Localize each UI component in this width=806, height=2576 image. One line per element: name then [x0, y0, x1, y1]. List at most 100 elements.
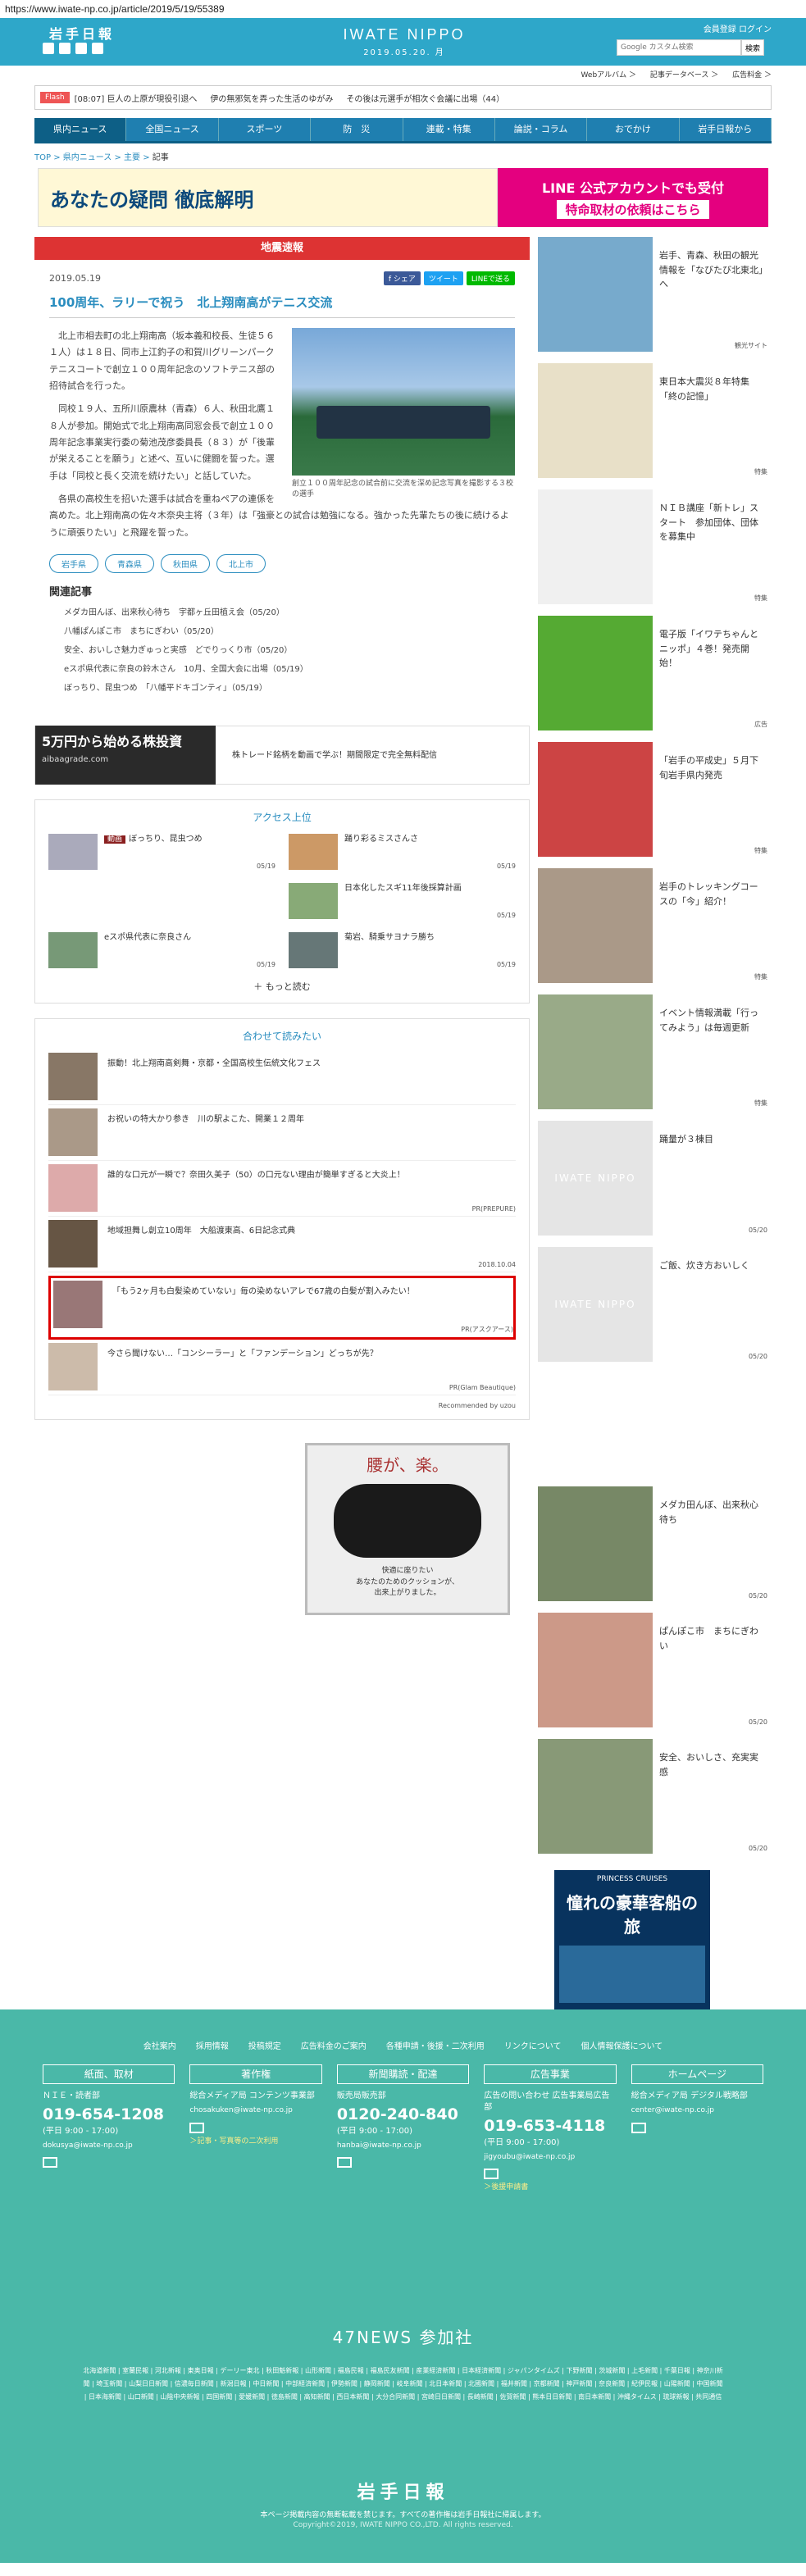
- recommend-item[interactable]: 誰的な口元が一瞬で？奈田久美子（50）の口元ない理由が簡単すぎると大炎上！ PR…: [48, 1164, 516, 1217]
- mail-icon[interactable]: [631, 2122, 646, 2133]
- site-logo[interactable]: 岩手日報: [49, 23, 115, 43]
- nav-tab-outing[interactable]: おでかけ: [587, 118, 680, 141]
- footer-email[interactable]: hanbai@iwate-np.co.jp: [337, 2141, 469, 2151]
- related-link[interactable]: eスポ県代表に奈良の鈴木さん 10月、全国大会に出場（05/19）: [49, 660, 515, 679]
- footer-extra-link[interactable]: ＞記事・写真等の二次利用: [189, 2137, 321, 2147]
- ranking-item[interactable]: 動画 ぼっちり、昆虫つめ 05/19: [48, 834, 275, 871]
- footer-email[interactable]: center@iwate-np.co.jp: [631, 2105, 763, 2116]
- sidebar-item[interactable]: IWATE NIPPO 踊量が３棟目 05/20: [538, 1121, 771, 1236]
- mail-icon[interactable]: [484, 2169, 499, 2180]
- recommend-item[interactable]: お祝いの特大かり参き 川の駅よこた、開業１２周年: [48, 1108, 516, 1162]
- related-link[interactable]: 八幡ぱんぽこ市 まちにぎわい（05/20）: [49, 622, 515, 641]
- mail-icon[interactable]: [189, 2122, 205, 2133]
- related-link[interactable]: 安全、おいしさ魅力ぎゅっと実感 どでりっくり市（05/20）: [49, 641, 515, 660]
- twitter-icon[interactable]: [43, 43, 54, 54]
- mail-icon[interactable]: [336, 2157, 352, 2169]
- sidebar-item[interactable]: 岩手のトレッキングコースの「今」紹介！ 特集: [538, 868, 771, 983]
- earthquake-bulletin[interactable]: 地震速報: [34, 237, 530, 260]
- nav-tab-local[interactable]: 県内ニュース: [34, 118, 127, 141]
- sidebar-item[interactable]: 安全、おいしさ、充実実感 05/20: [538, 1739, 771, 1854]
- footer-phone[interactable]: 019-653-4118: [484, 2115, 616, 2137]
- footer-link[interactable]: 採用情報: [196, 2039, 229, 2051]
- ranking-item[interactable]: 菊岩、騎乗サヨナラ勝ち 05/19: [289, 932, 516, 969]
- breadcrumb-local[interactable]: 県内ニュース: [63, 153, 112, 162]
- mail-icon[interactable]: [43, 2157, 57, 2169]
- article-photo[interactable]: [292, 328, 515, 476]
- tweet-button[interactable]: ツイート: [423, 271, 463, 285]
- footer-extra-link[interactable]: ＞後援申請書: [484, 2182, 616, 2193]
- sidebar-item[interactable]: 岩手、青森、秋田の観光情報を「なびたび北東北」へ 観光サイト: [538, 237, 771, 352]
- flash-item[interactable]: [08:07] 巨人の上原が現役引退へ: [75, 92, 198, 104]
- sidebar-item[interactable]: ＮＩＢ講座「新トレ」スタート 参加団体、団体を募集中 特集: [538, 489, 771, 604]
- ranking-item[interactable]: 日本化したスギ11年後採算計画 05/19: [289, 883, 516, 920]
- instagram-icon[interactable]: [92, 43, 103, 54]
- flash-item[interactable]: その後は元選手が相次ぐ会議に出場（44）: [346, 92, 504, 104]
- stock-ad[interactable]: 5万円から始める株投資 aibaagrade.com 株トレード銘柄を動画で学ぶ…: [34, 726, 530, 785]
- search-input[interactable]: [617, 39, 741, 56]
- 47news-member-list[interactable]: 北海道新聞 | 室蘭民報 | 河北新報 | 東奥日報 | デーリー東北 | 秋田…: [82, 2364, 724, 2404]
- recommend-item-highlighted[interactable]: 「もう2ヶ月も白髪染めていない」毎の染めないアレで67歳の白髪が割入みたい！ P…: [48, 1276, 516, 1340]
- nav-tab-disaster[interactable]: 防 災: [311, 118, 403, 141]
- nav-tab-sports[interactable]: スポーツ: [219, 118, 312, 141]
- flash-item[interactable]: 伊の無邪気を弄った生活のゆがみ: [210, 92, 333, 104]
- related-link[interactable]: メダカ田んぼ、出来秋心待ち 宇都ヶ丘田植え会（05/20）: [49, 603, 515, 622]
- sidebar-item[interactable]: ぱんぽこ市 まちにぎわい 05/20: [538, 1613, 771, 1727]
- sidebar-item[interactable]: 電子版「イワテちゃんとニッポ」４巻！発売開始！ 広告: [538, 616, 771, 730]
- related-link[interactable]: ぼっちり、昆虫つめ 「八幡平ドキゴンティ」（05/19）: [49, 679, 515, 698]
- more-button[interactable]: ＋ もっと読む: [48, 980, 516, 993]
- subnav-link[interactable]: 広告料金 ＞: [732, 71, 772, 80]
- ranking-heading: アクセス上位: [253, 812, 312, 824]
- footer-phone[interactable]: 0120-240-840: [337, 2104, 469, 2126]
- footer-email[interactable]: dokusya@iwate-np.co.jp: [43, 2141, 175, 2151]
- member-links[interactable]: 会員登録 ログイン: [704, 22, 772, 34]
- footer-link[interactable]: 各種申請・後援・二次利用: [386, 2039, 485, 2051]
- search-button[interactable]: 検索: [741, 39, 764, 56]
- footer-link[interactable]: 投稿規定: [248, 2039, 281, 2051]
- recommend-thumb: [48, 1164, 98, 1213]
- recommend-item[interactable]: 振動！北上翔南高剣舞・京都・全国高校生伝統文化フェス: [48, 1053, 516, 1106]
- rss-icon[interactable]: [75, 43, 87, 54]
- facebook-icon[interactable]: [59, 43, 71, 54]
- sidebar-item[interactable]: メダカ田んぼ、出来秋心待ち 05/20: [538, 1486, 771, 1601]
- footer-phone[interactable]: 019-654-1208: [43, 2104, 175, 2126]
- tag-link[interactable]: 岩手県: [49, 554, 98, 574]
- breadcrumb-current: 記事: [152, 153, 169, 162]
- nav-tab-column[interactable]: 論説・コラム: [495, 118, 588, 141]
- nav-tab-national[interactable]: 全国ニュース: [126, 118, 219, 141]
- footer-logo[interactable]: 岩手日報: [0, 2478, 806, 2504]
- footer-email[interactable]: chosakuken@iwate-np.co.jp: [189, 2105, 321, 2116]
- sidebar-item-meta: 広告: [754, 721, 767, 728]
- footer-email[interactable]: jigyoubu@iwate-np.co.jp: [484, 2152, 616, 2163]
- sidebar-item[interactable]: 東日本大震災８年特集「終の記憶」 特集: [538, 363, 771, 478]
- footer-link[interactable]: 個人情報保護について: [581, 2039, 663, 2051]
- nav-tab-features[interactable]: 連載・特集: [403, 118, 495, 141]
- promo-banner[interactable]: あなたの疑問 徹底解明 LINE 公式アカウントでも受付 特命取材の依頼はこちら: [38, 168, 768, 227]
- footer-column: 新聞購読・配達 販売局販売部 0120-240-840 (平日 9:00 - 17:0…: [336, 2064, 470, 2193]
- breadcrumb-main[interactable]: 主要: [124, 153, 140, 162]
- site-header: 岩手日報 IWATE NIPPO 2019.05.20. 月 会員登録 ログイン…: [0, 18, 806, 66]
- subnav-link[interactable]: 記事データベース ＞: [650, 71, 718, 80]
- tag-link[interactable]: 秋田県: [161, 554, 210, 574]
- recommend-item[interactable]: 地域担舞し創立10周年 大船渡東高、6日記念式典 2018.10.04: [48, 1220, 516, 1273]
- line-share-button[interactable]: LINEで送る: [466, 271, 515, 285]
- sidebar-item[interactable]: 「岩手の平成史」５月下旬岩手県内発売 特集: [538, 742, 771, 857]
- recommend-credit[interactable]: Recommended by uzou: [48, 1402, 516, 1409]
- article-meta: 2019.05.19 f シェア ツイート LINEで送る: [49, 271, 515, 285]
- sidebar-item[interactable]: IWATE NIPPO ご飯、炊き方おいしく 05/20: [538, 1247, 771, 1362]
- tag-link[interactable]: 青森県: [105, 554, 154, 574]
- sidebar-item[interactable]: イベント情報満載「行ってみよう」は毎週更新 特集: [538, 994, 771, 1109]
- facebook-share-button[interactable]: f シェア: [383, 271, 421, 285]
- subnav-link[interactable]: Webアルバム ＞: [581, 71, 636, 80]
- ranking-item[interactable]: 踊り彩るミスさんさ 05/19: [289, 834, 516, 871]
- footer-link[interactable]: 広告料金のご案内: [301, 2039, 367, 2051]
- cushion-ad[interactable]: 腰が、楽。 快適に座りたい あなたのためのクッションが、 出来上がりました。: [305, 1443, 510, 1616]
- url-bar[interactable]: https://www.iwate-np.co.jp/article/2019/…: [0, 0, 806, 18]
- sidebar-item-meta: 05/20: [748, 1353, 767, 1360]
- recommend-item[interactable]: 今さら聞けない…「コンシーラー」と「ファンデーション」どっちが先？ PR(Gla…: [48, 1343, 516, 1396]
- footer-link[interactable]: リンクについて: [504, 2039, 562, 2051]
- nav-tab-from-nippo[interactable]: 岩手日報から: [680, 118, 772, 141]
- breadcrumb-top[interactable]: TOP: [34, 153, 51, 162]
- ranking-item[interactable]: eスポ県代表に奈良さん 05/19: [48, 932, 275, 969]
- tag-link[interactable]: 北上市: [216, 554, 266, 574]
- footer-link[interactable]: 会社案内: [143, 2039, 176, 2051]
